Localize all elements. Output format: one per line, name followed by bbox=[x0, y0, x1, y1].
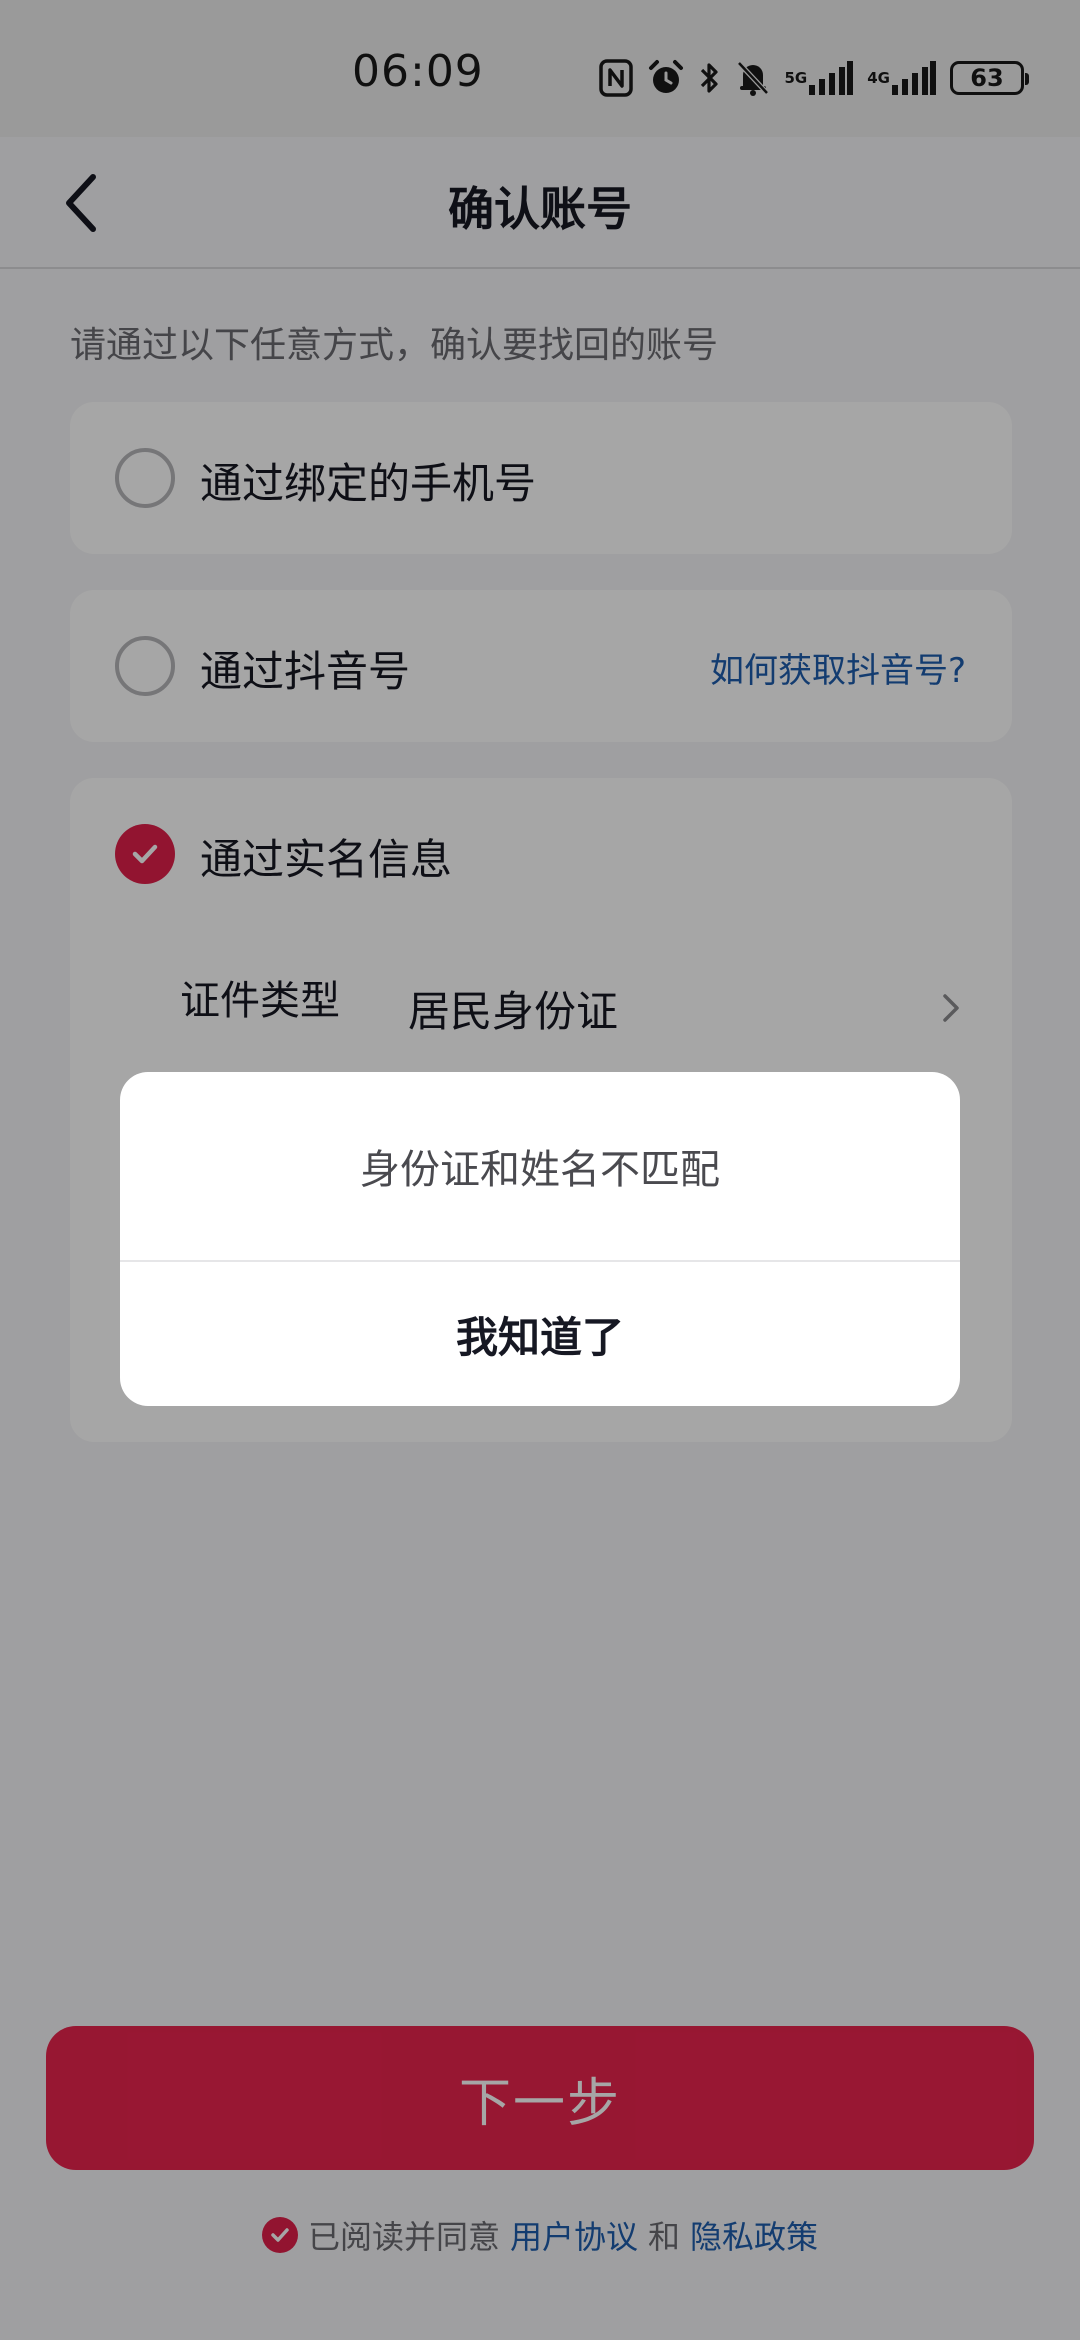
screen: 06:09 5G 4G 63 确认账号 请通过以下任意方式，确认要找回的账号 通… bbox=[0, 0, 1080, 2340]
alert-dialog: 身份证和姓名不匹配 我知道了 bbox=[120, 1072, 960, 1406]
dialog-confirm-button[interactable]: 我知道了 bbox=[120, 1262, 960, 1406]
dialog-message: 身份证和姓名不匹配 bbox=[120, 1072, 960, 1262]
